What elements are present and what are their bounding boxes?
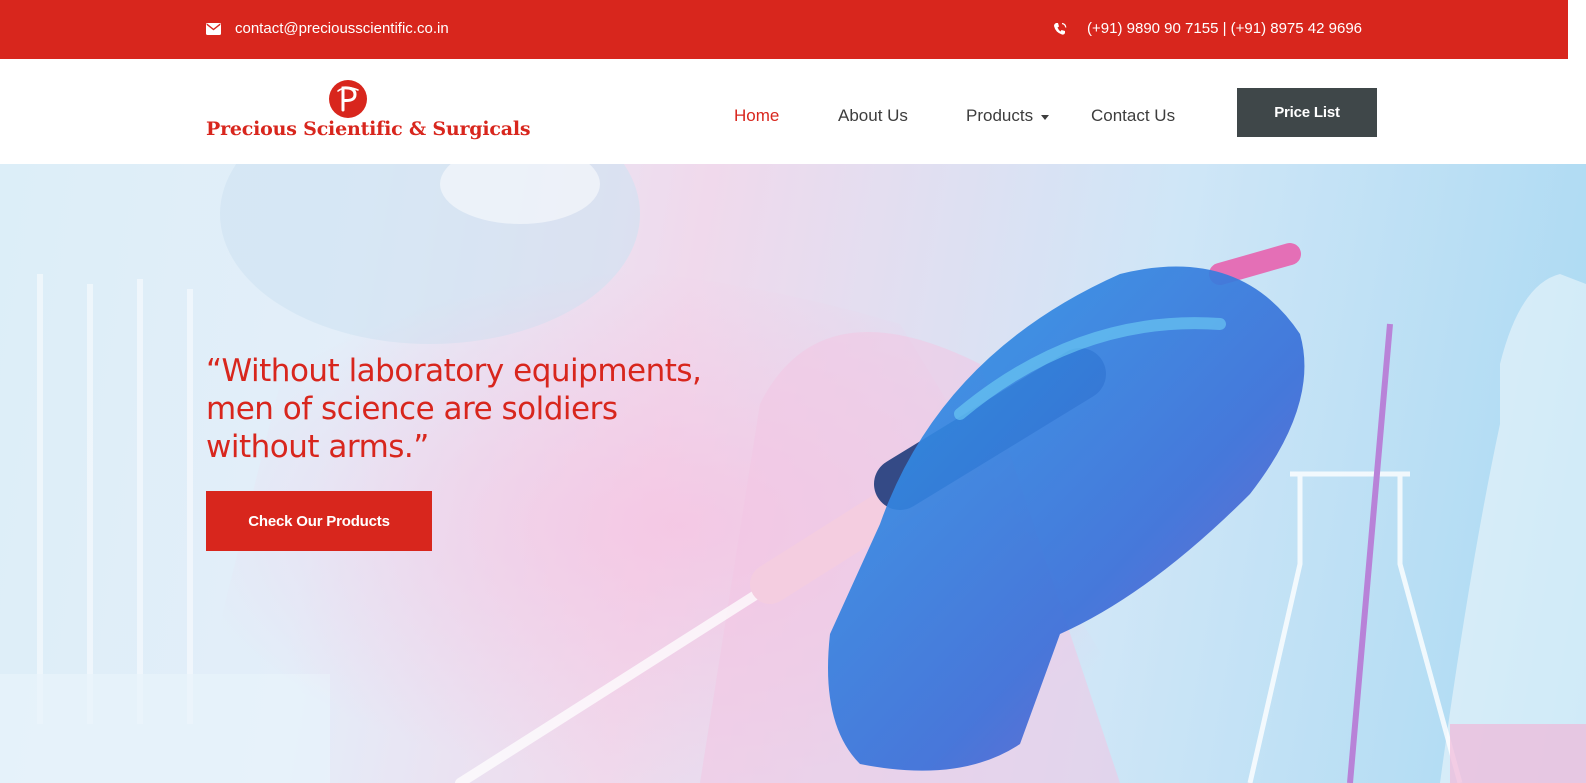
hero-quote: “Without laboratory equipments, men of s… [206, 353, 702, 465]
site-logo[interactable]: Precious Scientific & Surgicals [206, 79, 531, 143]
logo-text: Precious Scientific & Surgicals [206, 118, 531, 140]
hero-banner: “Without laboratory equipments, men of s… [0, 164, 1586, 783]
caret-down-icon [1041, 115, 1050, 120]
nav-about-us[interactable]: About Us [838, 106, 908, 126]
contact-email-text: contact@preciousscientific.co.in [235, 20, 449, 37]
scrollbar-gutter [1568, 0, 1586, 164]
top-contact-bar: contact@preciousscientific.co.in (+91) 9… [0, 0, 1568, 59]
nav-contact-us[interactable]: Contact Us [1091, 106, 1175, 126]
check-products-button[interactable]: Check Our Products [206, 491, 432, 551]
contact-email[interactable]: contact@preciousscientific.co.in [206, 20, 449, 37]
hero-background-image [0, 164, 1586, 783]
phone-icon [1054, 22, 1067, 35]
nav-products-label: Products [966, 106, 1034, 125]
site-header: Precious Scientific & Surgicals Home Abo… [0, 59, 1568, 164]
nav-products[interactable]: Products [966, 106, 1050, 126]
price-list-button[interactable]: Price List [1237, 88, 1377, 137]
nav-home[interactable]: Home [734, 106, 779, 126]
contact-phone: (+91) 9890 90 7155 | (+91) 8975 42 9696 [1053, 20, 1362, 37]
logo-p-mark-icon [329, 80, 367, 118]
envelope-icon [206, 22, 221, 35]
contact-phone-text: (+91) 9890 90 7155 | (+91) 8975 42 9696 [1087, 20, 1362, 37]
